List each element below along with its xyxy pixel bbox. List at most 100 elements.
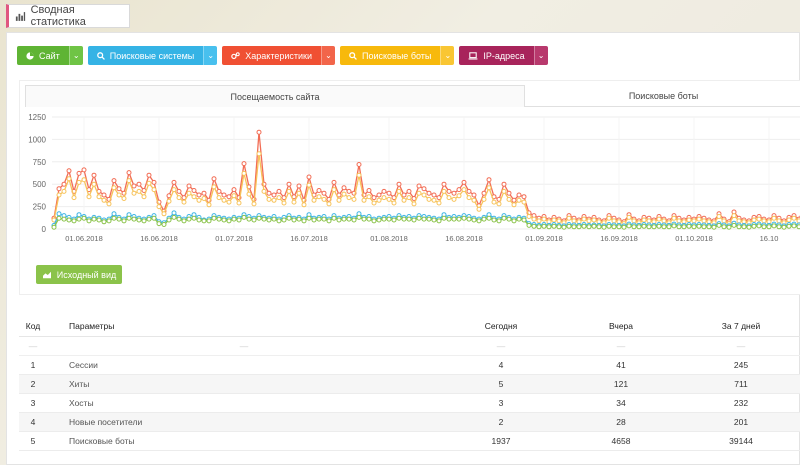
data-point	[676, 218, 682, 224]
chevron-down-icon: ⌄	[444, 51, 452, 60]
data-point	[141, 194, 147, 200]
data-point	[756, 223, 762, 229]
data-point	[731, 222, 737, 228]
data-point	[256, 151, 262, 157]
data-point	[426, 190, 432, 196]
data-point	[676, 224, 682, 230]
site-button[interactable]: Сайт	[17, 46, 69, 65]
characteristics-button-group: Характеристики ⌄	[222, 46, 336, 65]
data-point	[226, 218, 232, 224]
data-point	[411, 201, 417, 207]
data-point	[696, 223, 702, 229]
characteristics-button[interactable]: Характеристики	[222, 46, 322, 65]
reset-view-label: Исходный вид	[56, 269, 117, 280]
data-point	[556, 224, 562, 230]
data-point	[116, 186, 122, 192]
data-point	[381, 216, 387, 222]
data-point	[686, 223, 692, 229]
tab-search-bots[interactable]: Поисковые боты	[525, 85, 800, 107]
data-point	[606, 223, 612, 229]
data-point	[496, 201, 502, 207]
data-point	[276, 218, 282, 224]
cell-week: 711	[681, 374, 800, 394]
data-point	[521, 217, 527, 223]
data-point	[471, 217, 477, 223]
cell-yesterday: 41	[561, 355, 681, 375]
data-point	[516, 192, 522, 198]
data-point	[616, 224, 622, 230]
data-point	[216, 216, 222, 222]
data-point	[771, 215, 777, 221]
data-point	[221, 197, 227, 203]
data-point	[191, 188, 197, 193]
data-point	[181, 218, 187, 224]
data-point	[691, 218, 697, 224]
data-point	[166, 217, 172, 223]
characteristics-dropdown-toggle[interactable]: ⌄	[321, 46, 336, 65]
ip-addresses-button[interactable]: IP-адреса	[459, 46, 534, 65]
laptop-icon	[468, 51, 478, 60]
data-point	[466, 188, 472, 194]
search-engines-button-label: Поисковые системы	[109, 50, 195, 61]
data-point	[401, 197, 407, 203]
data-point	[66, 176, 72, 182]
data-point	[211, 215, 217, 221]
reset-view-button[interactable]: Исходный вид	[36, 265, 122, 284]
data-point	[466, 195, 472, 201]
data-point	[351, 196, 357, 202]
ip-addresses-dropdown-toggle[interactable]: ⌄	[533, 46, 548, 65]
cell-code: 3	[19, 393, 47, 413]
data-point	[681, 224, 687, 230]
data-point	[586, 224, 592, 230]
tab-site-traffic[interactable]: Посещаемость сайта	[25, 85, 525, 107]
col-params[interactable]: Параметры	[47, 317, 441, 337]
data-point	[421, 192, 427, 198]
data-point	[556, 218, 562, 224]
search-bots-dropdown-toggle[interactable]: ⌄	[440, 46, 455, 65]
data-point	[146, 216, 152, 222]
data-point	[346, 216, 352, 222]
data-point	[281, 217, 287, 223]
data-point	[666, 224, 672, 230]
data-point	[326, 201, 332, 207]
cell-week: 245	[681, 355, 800, 375]
data-point	[61, 181, 67, 187]
site-dropdown-toggle[interactable]: ⌄	[68, 46, 83, 65]
data-point	[331, 215, 337, 221]
data-point	[786, 223, 792, 229]
data-point	[476, 218, 482, 224]
data-point	[181, 199, 187, 205]
traffic-line-chart[interactable]: 0 250 500 750 1000 1250 01.06.2018 16.06.2018 01…	[20, 109, 800, 259]
data-point	[771, 223, 777, 229]
data-point	[311, 217, 317, 223]
search-engines-button[interactable]: Поисковые системы	[87, 46, 204, 65]
data-point	[186, 190, 192, 196]
search-bots-button-label: Поисковые боты	[362, 50, 432, 61]
search-engines-dropdown-toggle[interactable]: ⌄	[203, 46, 218, 65]
col-week[interactable]: За 7 дней	[681, 317, 800, 337]
col-code[interactable]: Код	[19, 317, 47, 337]
x-tick-label: 16.06.2018	[140, 234, 178, 243]
data-point	[541, 216, 547, 222]
cell-code: 1	[19, 355, 47, 375]
data-point	[226, 199, 232, 205]
page-title-tab: Сводная статистика	[6, 4, 130, 28]
ip-addresses-button-group: IP-адреса ⌄	[459, 46, 548, 65]
data-point	[786, 217, 792, 223]
data-point	[276, 195, 282, 201]
data-point	[721, 218, 727, 224]
col-yesterday[interactable]: Вчера	[561, 317, 681, 337]
col-today[interactable]: Сегодня	[441, 317, 561, 337]
data-point	[146, 172, 152, 178]
data-point	[611, 218, 617, 224]
data-point	[341, 191, 347, 197]
search-bots-button[interactable]: Поисковые боты	[340, 46, 441, 65]
data-point	[431, 217, 437, 223]
data-point	[486, 185, 492, 191]
data-point	[101, 219, 107, 225]
data-point	[286, 215, 292, 221]
data-point	[531, 223, 537, 229]
data-point	[396, 188, 402, 194]
data-point	[441, 181, 447, 187]
data-point	[266, 217, 272, 223]
